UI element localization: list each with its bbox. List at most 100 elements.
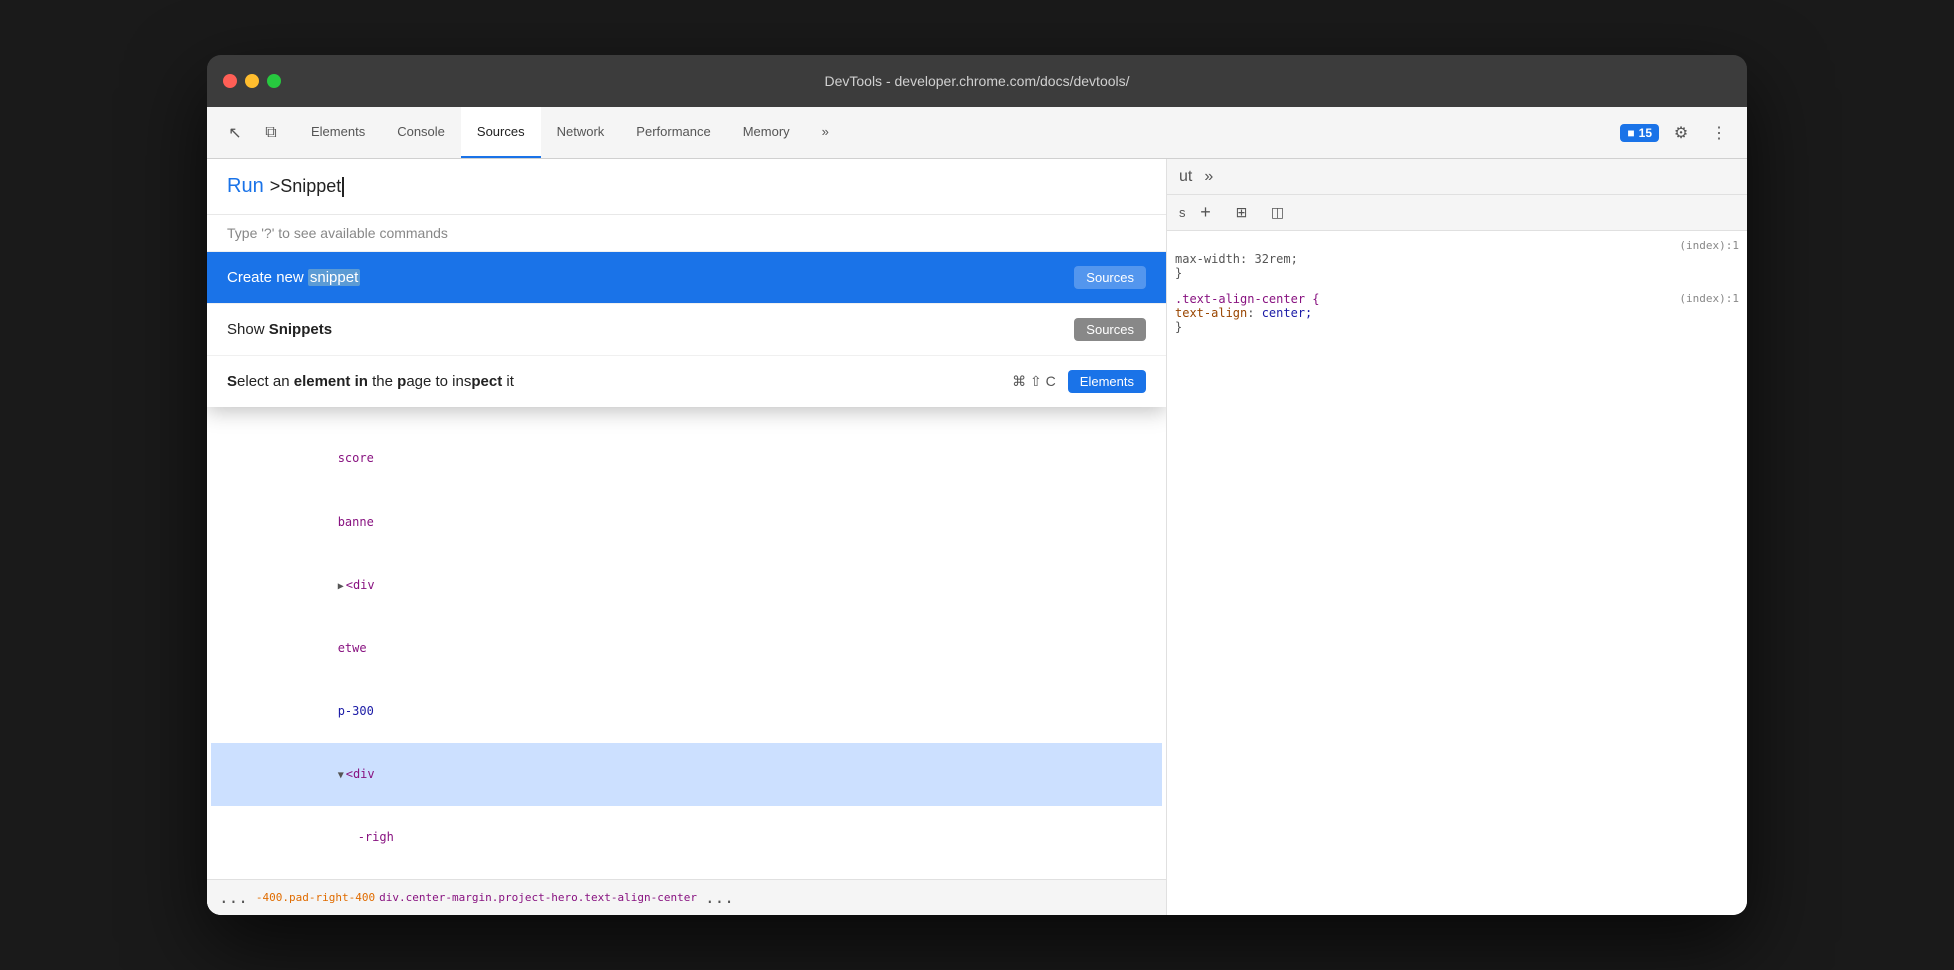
command-item-show-snippets[interactable]: Show Snippets Sources <box>207 304 1166 356</box>
html-text: banne <box>338 515 374 529</box>
select-bold-s: S <box>227 373 237 390</box>
elements-panel: Run >Snippet Type '?' to see available c… <box>207 159 1167 915</box>
toggle-sidebar-button[interactable]: ◫ <box>1262 197 1294 229</box>
title-bar: DevTools - developer.chrome.com/docs/dev… <box>207 55 1747 107</box>
css-prop: text-align <box>1175 306 1247 320</box>
html-line[interactable]: -righ <box>211 806 1162 869</box>
tab-memory[interactable]: Memory <box>727 107 806 158</box>
html-line[interactable]: banne <box>211 490 1162 553</box>
command-input-value: >Snippet <box>270 176 342 196</box>
html-line[interactable]: score <box>211 427 1162 490</box>
tab-elements[interactable]: Elements <box>295 107 381 158</box>
css-rule-header-2: .text-align-center { (index):1 <box>1175 292 1739 306</box>
tab-bar: ↖ ⧉ Elements Console Sources Network Per… <box>207 107 1747 159</box>
tab-console[interactable]: Console <box>381 107 461 158</box>
css-brace: } <box>1175 266 1739 280</box>
inspect-cursor-button[interactable]: ↖ <box>219 117 251 149</box>
styles-more-button2[interactable]: » <box>1200 166 1217 188</box>
pin-style-button[interactable]: ⊞ <box>1226 197 1258 229</box>
styles-panel: ut » s + ⊞ ◫ (index):1 <box>1167 159 1747 915</box>
html-text: score <box>338 451 374 465</box>
css-rule-maxwidth: (index):1 max-width: 32rem; } <box>1175 239 1739 280</box>
breadcrumb-bar: ... -400.pad-right-400 div.center-margin… <box>207 879 1166 915</box>
tab-bar-right: ■ 15 ⚙ ⋮ <box>1612 107 1743 158</box>
command-cursor <box>342 177 344 197</box>
css-selector-2: .text-align-center { <box>1175 292 1320 306</box>
run-label: Run <box>227 175 264 198</box>
select-bold-page: p <box>397 373 406 390</box>
notifications-badge[interactable]: ■ 15 <box>1620 124 1659 142</box>
css-brace-2: } <box>1175 320 1739 334</box>
select-element-right: ⌘ ⇧ C Elements <box>1012 370 1146 393</box>
traffic-lights <box>223 74 281 88</box>
select-bold-pect: pect <box>471 373 502 390</box>
show-snippets-bold: Snippets <box>269 321 332 338</box>
html-text: etwe <box>338 641 367 655</box>
command-palette: Run >Snippet Type '?' to see available c… <box>207 159 1166 407</box>
css-rule-header: (index):1 <box>1175 239 1739 252</box>
breadcrumb-dots-right[interactable]: ... <box>701 886 738 909</box>
create-snippet-badge: Sources <box>1074 266 1146 289</box>
minimize-button[interactable] <box>245 74 259 88</box>
select-bold-in: in <box>355 373 368 390</box>
html-tag: <div <box>346 578 375 592</box>
css-text-align-row: text-align: center; <box>1175 306 1739 320</box>
breadcrumb-class[interactable]: -400.pad-right-400 <box>256 891 375 904</box>
add-style-rule-button[interactable]: + <box>1190 197 1222 229</box>
expand-icon: ▶ <box>338 581 344 592</box>
breadcrumb-dots-left[interactable]: ... <box>215 886 252 909</box>
html-line[interactable]: ▶<div <box>211 553 1162 616</box>
show-snippets-badge: Sources <box>1074 318 1146 341</box>
right-toolbar: ut » <box>1167 159 1747 195</box>
select-element-badge: Elements <box>1068 370 1146 393</box>
close-button[interactable] <box>223 74 237 88</box>
breadcrumb-active[interactable]: div.center-margin.project-hero.text-alig… <box>379 891 697 904</box>
snippet-highlight: snippet <box>308 269 360 286</box>
badge-count: 15 <box>1639 126 1652 140</box>
html-text: -righ <box>358 830 394 844</box>
html-text: p-300 <box>338 704 374 718</box>
html-tag: <div <box>346 767 375 781</box>
css-val: center; <box>1262 306 1313 320</box>
expand-icon: ▼ <box>338 770 344 781</box>
devtools-body: ↖ ⧉ Elements Console Sources Network Per… <box>207 107 1747 915</box>
device-toolbar-button[interactable]: ⧉ <box>255 117 287 149</box>
tab-more[interactable]: » <box>806 107 845 158</box>
devtools-window: DevTools - developer.chrome.com/docs/dev… <box>207 55 1747 915</box>
styles-label: s <box>1179 205 1186 220</box>
more-options-button[interactable]: ⋮ <box>1703 117 1735 149</box>
right-toolbar-2: s + ⊞ ◫ <box>1167 195 1747 231</box>
html-line-selected[interactable]: ▼<div <box>211 743 1162 806</box>
tab-performance[interactable]: Performance <box>620 107 726 158</box>
styles-more-button[interactable]: ut <box>1175 166 1196 188</box>
command-input-row: Run >Snippet <box>207 159 1166 215</box>
tab-sources[interactable]: Sources <box>461 107 541 158</box>
command-input-text[interactable]: >Snippet <box>270 176 345 197</box>
settings-button[interactable]: ⚙ <box>1665 117 1697 149</box>
html-line[interactable]: ▶<di <box>211 869 1162 879</box>
badge-icon: ■ <box>1627 126 1634 140</box>
styles-content: (index):1 max-width: 32rem; } .text-alig… <box>1167 231 1747 915</box>
main-content: Run >Snippet Type '?' to see available c… <box>207 159 1747 915</box>
command-item-select-element[interactable]: Select an element in the page to inspect… <box>207 356 1166 407</box>
css-source-2[interactable]: (index):1 <box>1679 292 1739 306</box>
maximize-button[interactable] <box>267 74 281 88</box>
keyboard-shortcut: ⌘ ⇧ C <box>1012 373 1056 390</box>
css-source-1[interactable]: (index):1 <box>1679 239 1739 252</box>
window-title: DevTools - developer.chrome.com/docs/dev… <box>824 73 1129 89</box>
command-hint: Type '?' to see available commands <box>207 215 1166 252</box>
css-max-width: max-width: 32rem; <box>1175 252 1739 266</box>
select-element-text: Select an element in the page to inspect… <box>227 373 514 390</box>
command-item-create-snippet[interactable]: Create new snippet Sources <box>207 252 1166 304</box>
html-line[interactable]: p-300 <box>211 680 1162 743</box>
tab-network[interactable]: Network <box>541 107 621 158</box>
tabs-list: Elements Console Sources Network Perform… <box>295 107 1612 158</box>
create-snippet-text: Create new snippet <box>227 269 360 286</box>
elements-content: score banne ▶<div etwe p-300 ▼ <box>207 419 1166 879</box>
select-bold-element: element <box>294 373 351 390</box>
css-colon: : <box>1247 306 1261 320</box>
html-line[interactable]: etwe <box>211 617 1162 680</box>
show-snippets-text: Show Snippets <box>227 321 332 338</box>
tab-bar-left-icons: ↖ ⧉ <box>211 107 295 158</box>
css-rule-textalign: .text-align-center { (index):1 text-alig… <box>1175 292 1739 334</box>
